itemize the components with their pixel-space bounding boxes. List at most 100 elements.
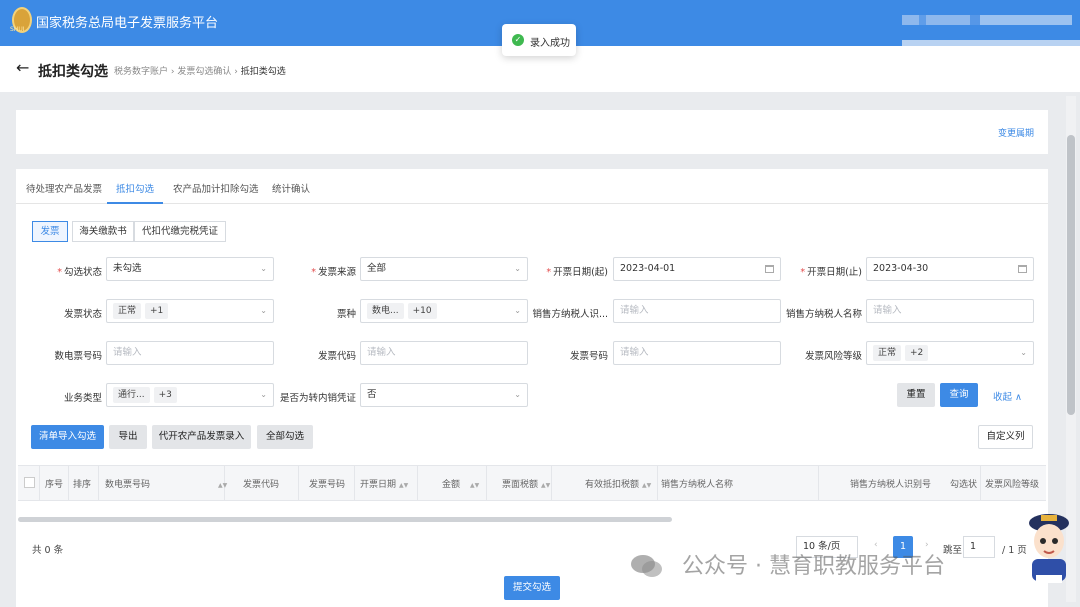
- label-select-status: * 勾选状态: [57, 267, 102, 278]
- column-divider: [980, 465, 981, 501]
- invoice-state-multiselect[interactable]: 正常 +1 ⌄: [106, 299, 274, 323]
- label-ticket-type: 票种: [336, 309, 356, 320]
- tab-statistics-confirm[interactable]: 统计确认: [272, 181, 310, 195]
- column-divider: [298, 465, 299, 501]
- column-divider: [818, 465, 819, 501]
- col-header-seller-name: 销售方纳税人名称: [661, 480, 734, 490]
- col-header-tax[interactable]: 票面税额 ▲▼: [502, 477, 550, 490]
- success-toast: ✓ 录入成功: [502, 24, 576, 56]
- seller-name-input[interactable]: 请输入: [866, 299, 1034, 323]
- label-seller-name: 销售方纳税人名称: [785, 309, 862, 320]
- chevron-down-icon: ⌄: [514, 390, 521, 399]
- tag-more-count: +1: [145, 303, 169, 319]
- tag-selected: 数电...: [367, 303, 404, 319]
- label-date-start: * 开票日期(起): [546, 267, 608, 278]
- label-transfer-out: 是否为转内销凭证: [279, 393, 356, 404]
- col-header-e-invoice-no[interactable]: 数电票号码 ▲▼: [105, 477, 227, 490]
- label-seller-tax-id: 销售方纳税人识...: [532, 309, 608, 320]
- jump-page-input[interactable]: 1: [963, 536, 995, 558]
- breadcrumb-item-current: 抵扣类勾选: [240, 67, 286, 77]
- agri-invoice-entry-button[interactable]: 代开农产品发票录入: [152, 425, 251, 449]
- breadcrumb-item-confirm[interactable]: 发票勾选确认: [177, 67, 231, 77]
- vertical-scrollbar-thumb[interactable]: [1067, 135, 1075, 415]
- toast-text: 录入成功: [530, 38, 570, 49]
- column-divider: [417, 465, 418, 501]
- biz-type-multiselect[interactable]: 通行... +3 ⌄: [106, 383, 274, 407]
- sort-icon[interactable]: ▲▼: [642, 482, 651, 489]
- label-e-invoice-no: 数电票号码: [54, 351, 102, 362]
- tag-selected: 正常: [873, 345, 902, 361]
- col-header-effective-tax[interactable]: 有效抵扣税额 ▲▼: [585, 477, 651, 490]
- segment-withholding[interactable]: 代扣代缴完税凭证: [134, 221, 226, 242]
- col-header-issue-date[interactable]: 开票日期 ▲▼: [360, 477, 408, 490]
- label-date-end: * 开票日期(止): [800, 267, 862, 278]
- change-period-link[interactable]: 变更属期: [998, 126, 1034, 139]
- invoice-no-input[interactable]: 请输入: [613, 341, 781, 365]
- seller-tax-id-input[interactable]: 请输入: [613, 299, 781, 323]
- export-button[interactable]: 导出: [109, 425, 147, 449]
- ticket-type-multiselect[interactable]: 数电... +10 ⌄: [360, 299, 528, 323]
- column-divider: [657, 465, 658, 501]
- col-header-order[interactable]: 排序: [73, 477, 91, 490]
- transfer-out-dropdown[interactable]: 否 ⌄: [360, 383, 528, 407]
- sort-icon[interactable]: ▲▼: [218, 482, 227, 489]
- tax-officer-mascot-icon: [1029, 514, 1069, 583]
- sort-icon[interactable]: ▲▼: [470, 482, 479, 489]
- select-all-checkbox[interactable]: [24, 477, 35, 488]
- breadcrumb-separator: ›: [234, 67, 238, 77]
- label-biz-type: 业务类型: [63, 393, 102, 404]
- submit-select-button[interactable]: 提交勾选: [504, 576, 560, 600]
- breadcrumb-item-account[interactable]: 税务数字账户: [114, 67, 168, 77]
- page-title: 抵扣类勾选: [38, 64, 108, 80]
- custom-columns-button[interactable]: 自定义列: [978, 425, 1033, 449]
- back-arrow-icon[interactable]: ←: [16, 58, 29, 77]
- col-header-amount[interactable]: 金额 ▲▼: [442, 477, 479, 490]
- date-end-picker[interactable]: 2023-04-30: [866, 257, 1034, 281]
- segment-customs[interactable]: 海关缴款书: [72, 221, 134, 242]
- tag-more-count: +3: [153, 387, 177, 403]
- tab-agri-extra-deduction[interactable]: 农产品加计扣除勾选: [173, 181, 259, 195]
- col-header-seller-tax-id: 销售方纳税人识别号: [850, 480, 932, 490]
- tag-selected: 正常: [113, 303, 142, 319]
- reset-button[interactable]: 重置: [897, 383, 935, 407]
- tag-selected: 通行...: [113, 387, 150, 403]
- tab-divider: [16, 203, 1048, 204]
- chevron-down-icon: ⌄: [1020, 348, 1027, 357]
- active-tab-underline: [107, 202, 163, 204]
- import-select-button[interactable]: 清单导入勾选: [31, 425, 104, 449]
- breadcrumb-separator: ›: [170, 67, 175, 77]
- column-divider: [486, 465, 487, 501]
- horizontal-scrollbar[interactable]: [18, 517, 672, 522]
- column-divider: [98, 465, 99, 501]
- jump-label: 跳至: [943, 545, 963, 556]
- col-header-invoice-no: 发票号码: [309, 480, 346, 490]
- label-invoice-no: 发票号码: [569, 351, 608, 362]
- tag-more-count: +2: [905, 345, 929, 361]
- column-divider: [551, 465, 552, 501]
- period-card: [16, 110, 1048, 154]
- query-button[interactable]: 查询: [940, 383, 978, 407]
- segment-invoice[interactable]: 发票: [32, 221, 68, 242]
- invoice-code-input[interactable]: 请输入: [360, 341, 528, 365]
- select-status-dropdown[interactable]: 未勾选 ⌄: [106, 257, 274, 281]
- risk-level-multiselect[interactable]: 正常 +2 ⌄: [866, 341, 1034, 365]
- select-all-button[interactable]: 全部勾选: [257, 425, 313, 449]
- label-invoice-source: * 发票来源: [311, 267, 356, 278]
- tab-pending-agri[interactable]: 待处理农产品发票: [26, 181, 102, 195]
- label-risk-level: 发票风险等级: [804, 351, 862, 362]
- wechat-icon: [631, 555, 662, 577]
- e-invoice-no-input[interactable]: 请输入: [106, 341, 274, 365]
- blurred-user-info[interactable]: [902, 15, 1072, 25]
- breadcrumb: 税务数字账户 › 发票勾选确认 › 抵扣类勾选: [114, 64, 286, 77]
- invoice-source-dropdown[interactable]: 全部 ⌄: [360, 257, 528, 281]
- logo-subtext: SHUI: [10, 26, 25, 33]
- calendar-icon: [1018, 265, 1027, 273]
- column-divider: [39, 465, 40, 501]
- label-invoice-code: 发票代码: [317, 351, 356, 362]
- tab-deduction-select[interactable]: 抵扣勾选: [116, 181, 154, 195]
- sort-icon[interactable]: ▲▼: [541, 482, 550, 489]
- sort-icon[interactable]: ▲▼: [399, 482, 408, 489]
- date-start-picker[interactable]: 2023-04-01: [613, 257, 781, 281]
- label-invoice-state: 发票状态: [63, 309, 102, 320]
- collapse-toggle[interactable]: 收起 ∧: [993, 389, 1022, 403]
